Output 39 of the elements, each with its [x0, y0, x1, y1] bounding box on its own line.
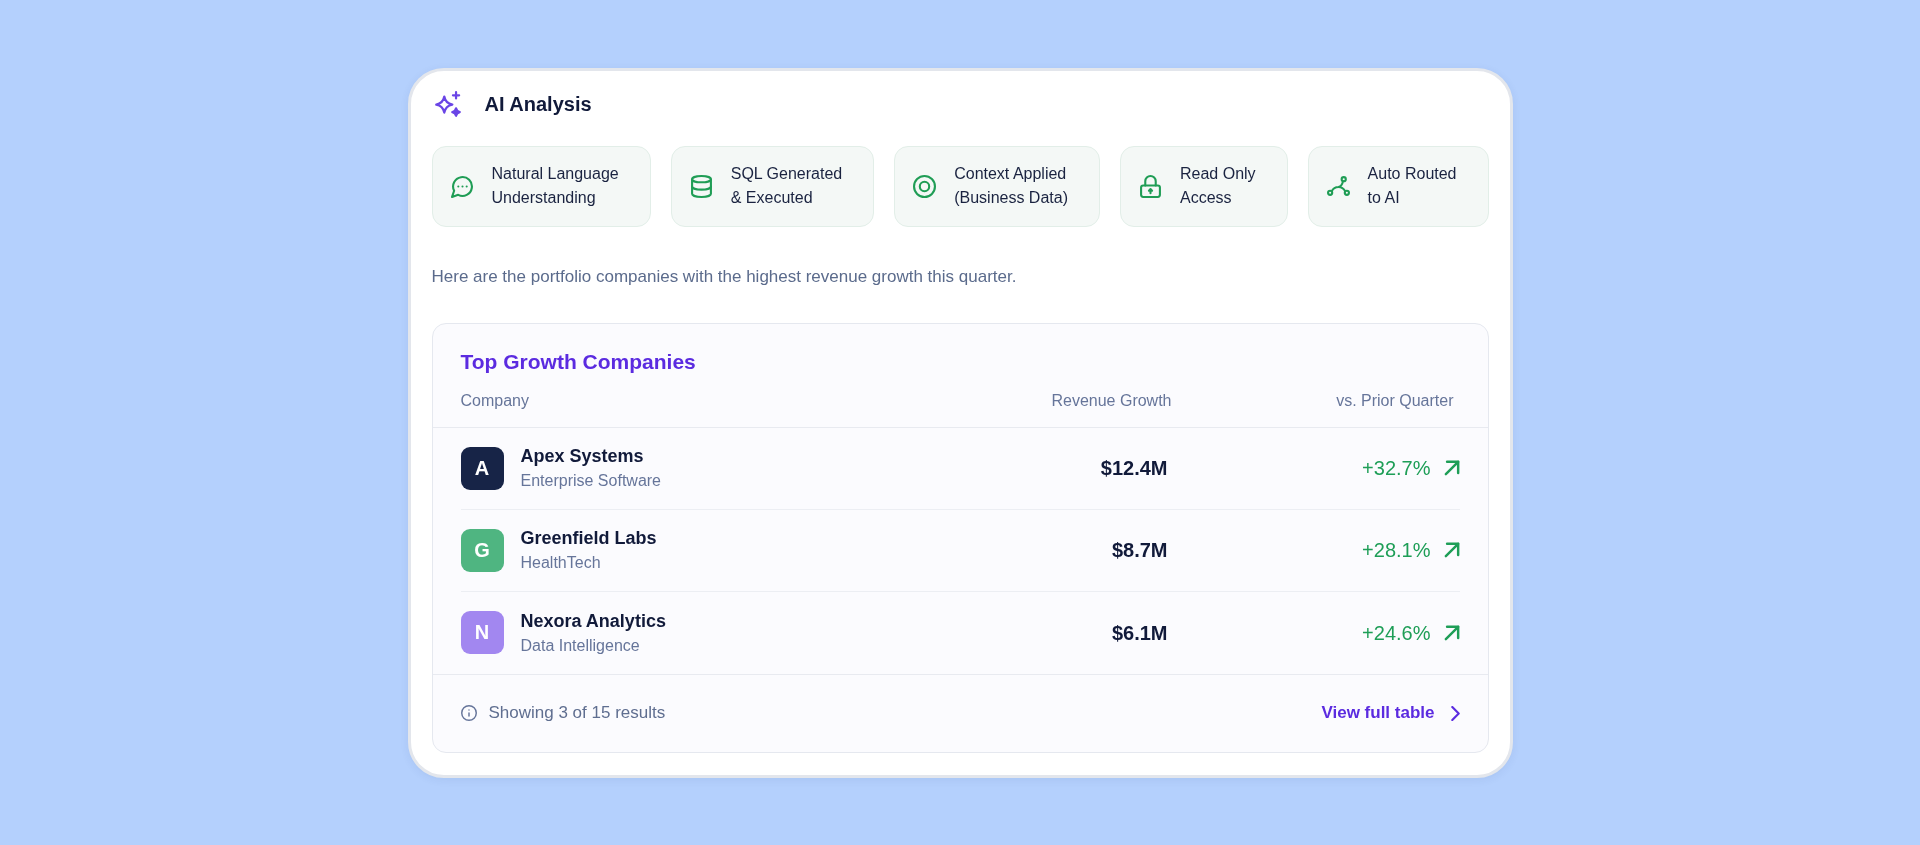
column-header: Revenue Growth — [1050, 390, 1172, 411]
company-sector: HealthTech — [520, 553, 602, 573]
panel-title: AI Analysis — [484, 91, 592, 117]
results-count: Showing 3 of 15 results — [488, 702, 666, 724]
column-header: vs. Prior Quarter — [1335, 390, 1455, 411]
company-avatar: G — [460, 528, 504, 572]
company-avatar: A — [460, 446, 504, 490]
company-sector: Enterprise Software — [520, 471, 661, 491]
company-name: Apex Systems — [520, 445, 645, 468]
change-percent: +24.6% — [1362, 620, 1431, 646]
company-name: Greenfield Labs — [520, 527, 657, 550]
target-icon — [913, 174, 937, 198]
arrow-up-right-icon — [1443, 460, 1460, 476]
revenue-growth-value: $6.1M — [1111, 620, 1169, 646]
capability-label: Natural Language Understanding — [491, 164, 619, 208]
info-icon — [460, 705, 477, 721]
change-percent: +28.1% — [1362, 538, 1431, 563]
company-avatar: N — [460, 611, 504, 654]
sparkles-icon — [434, 90, 461, 117]
database-icon — [689, 174, 713, 198]
capability-label: SQL Generated & Executed — [730, 164, 843, 208]
table-title: Top Growth Companies — [459, 348, 697, 375]
arrow-up-right-icon — [1443, 542, 1460, 558]
arrow-up-right-icon — [1443, 624, 1460, 641]
connected-nodes-icon — [1326, 174, 1350, 198]
change-percent: +32.7% — [1362, 456, 1431, 481]
capability-label: Auto Routed to AI — [1367, 164, 1457, 208]
capability-label: Read Only Access — [1180, 164, 1256, 208]
chat-bubble-icon — [450, 174, 474, 198]
revenue-growth-value: $12.4M — [1100, 456, 1169, 481]
company-name: Nexora Analytics — [520, 609, 666, 633]
column-header: Company — [460, 390, 530, 411]
view-full-table-link[interactable]: View full table — [1321, 702, 1460, 724]
capability-label: Context Applied (Business Data) — [954, 164, 1068, 208]
revenue-growth-value: $8.7M — [1111, 538, 1169, 563]
company-sector: Data Intelligence — [520, 635, 641, 656]
lock-icon — [1139, 174, 1162, 198]
summary-text: Here are the portfolio companies with the highest revenue growth this quarter. — [431, 265, 1018, 288]
chevron-right-icon — [1450, 705, 1460, 721]
